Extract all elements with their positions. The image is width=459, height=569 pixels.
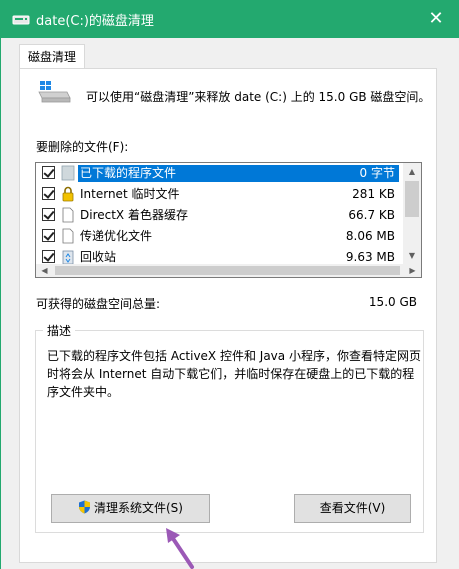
intro-text: 可以使用“磁盘清理”来释放 date (C:) 上的 15.0 GB 磁盘空间。 — [86, 90, 431, 104]
view-files-button[interactable]: 查看文件(V) — [294, 494, 411, 523]
horizontal-scroll-thumb[interactable] — [55, 266, 400, 275]
scroll-up-icon[interactable]: ▲ — [403, 163, 421, 180]
file-size: 281 KB — [352, 187, 395, 201]
file-row-internet-temp[interactable]: Internet 临时文件 281 KB — [36, 184, 403, 205]
cleanup-system-files-label: 清理系统文件(S) — [94, 501, 183, 515]
folder-icon — [61, 165, 75, 181]
horizontal-scrollbar[interactable]: ◀ ▶ — [36, 264, 421, 277]
file-size: 0 字节 — [359, 166, 395, 180]
file-name: 传递优化文件 — [80, 229, 153, 243]
file-checkbox[interactable] — [42, 229, 55, 242]
available-space-value: 15.0 GB — [368, 295, 417, 309]
file-size: 8.06 MB — [345, 229, 395, 243]
disk-cleanup-icon — [12, 15, 30, 25]
recycle-bin-icon — [62, 250, 74, 265]
close-button[interactable]: ✕ — [413, 0, 459, 38]
lock-icon — [62, 186, 74, 202]
file-row-directx-cache[interactable]: DirectX 着色器缓存 66.7 KB — [36, 205, 403, 226]
uac-shield-icon — [79, 500, 90, 514]
scroll-thumb[interactable] — [405, 181, 419, 217]
file-name: Internet 临时文件 — [80, 187, 180, 201]
available-space-label: 可获得的磁盘空间总量: — [36, 297, 161, 311]
tab-disk-cleanup[interactable]: 磁盘清理 — [19, 44, 85, 69]
file-name: DirectX 着色器缓存 — [80, 208, 188, 222]
window-title: date(C:)的磁盘清理 — [36, 14, 154, 29]
description-title: 描述 — [43, 322, 76, 339]
window-border — [0, 38, 1, 569]
description-text: 已下载的程序文件包括 ActiveX 控件和 Java 小程序，你查看特定网页时… — [47, 349, 421, 399]
file-size: 66.7 KB — [348, 208, 395, 222]
file-row-downloaded-programs[interactable]: 已下载的程序文件 0 字节 — [36, 163, 403, 184]
file-icon — [62, 228, 74, 244]
scroll-right-icon[interactable]: ▶ — [404, 264, 421, 277]
files-to-delete-label: 要删除的文件(F): — [36, 140, 129, 154]
file-icon — [62, 207, 74, 223]
scroll-left-icon[interactable]: ◀ — [36, 264, 53, 277]
drive-icon — [38, 81, 71, 103]
scroll-down-icon[interactable]: ▼ — [403, 247, 421, 264]
file-row-delivery-optimization[interactable]: 传递优化文件 8.06 MB — [36, 226, 403, 247]
cleanup-system-files-button[interactable]: 清理系统文件(S) — [51, 494, 210, 523]
file-checkbox[interactable] — [42, 187, 55, 200]
vertical-scrollbar[interactable]: ▲ ▼ — [403, 163, 421, 264]
title-bar: date(C:)的磁盘清理 ✕ — [0, 0, 459, 38]
annotation-arrow-icon — [166, 528, 194, 569]
file-checkbox[interactable] — [42, 208, 55, 221]
files-listbox[interactable]: 已下载的程序文件 0 字节 Internet 临时文件 281 KB Direc… — [35, 162, 422, 278]
file-checkbox[interactable] — [42, 166, 55, 179]
file-checkbox[interactable] — [42, 250, 55, 263]
file-name: 已下载的程序文件 — [78, 165, 399, 182]
